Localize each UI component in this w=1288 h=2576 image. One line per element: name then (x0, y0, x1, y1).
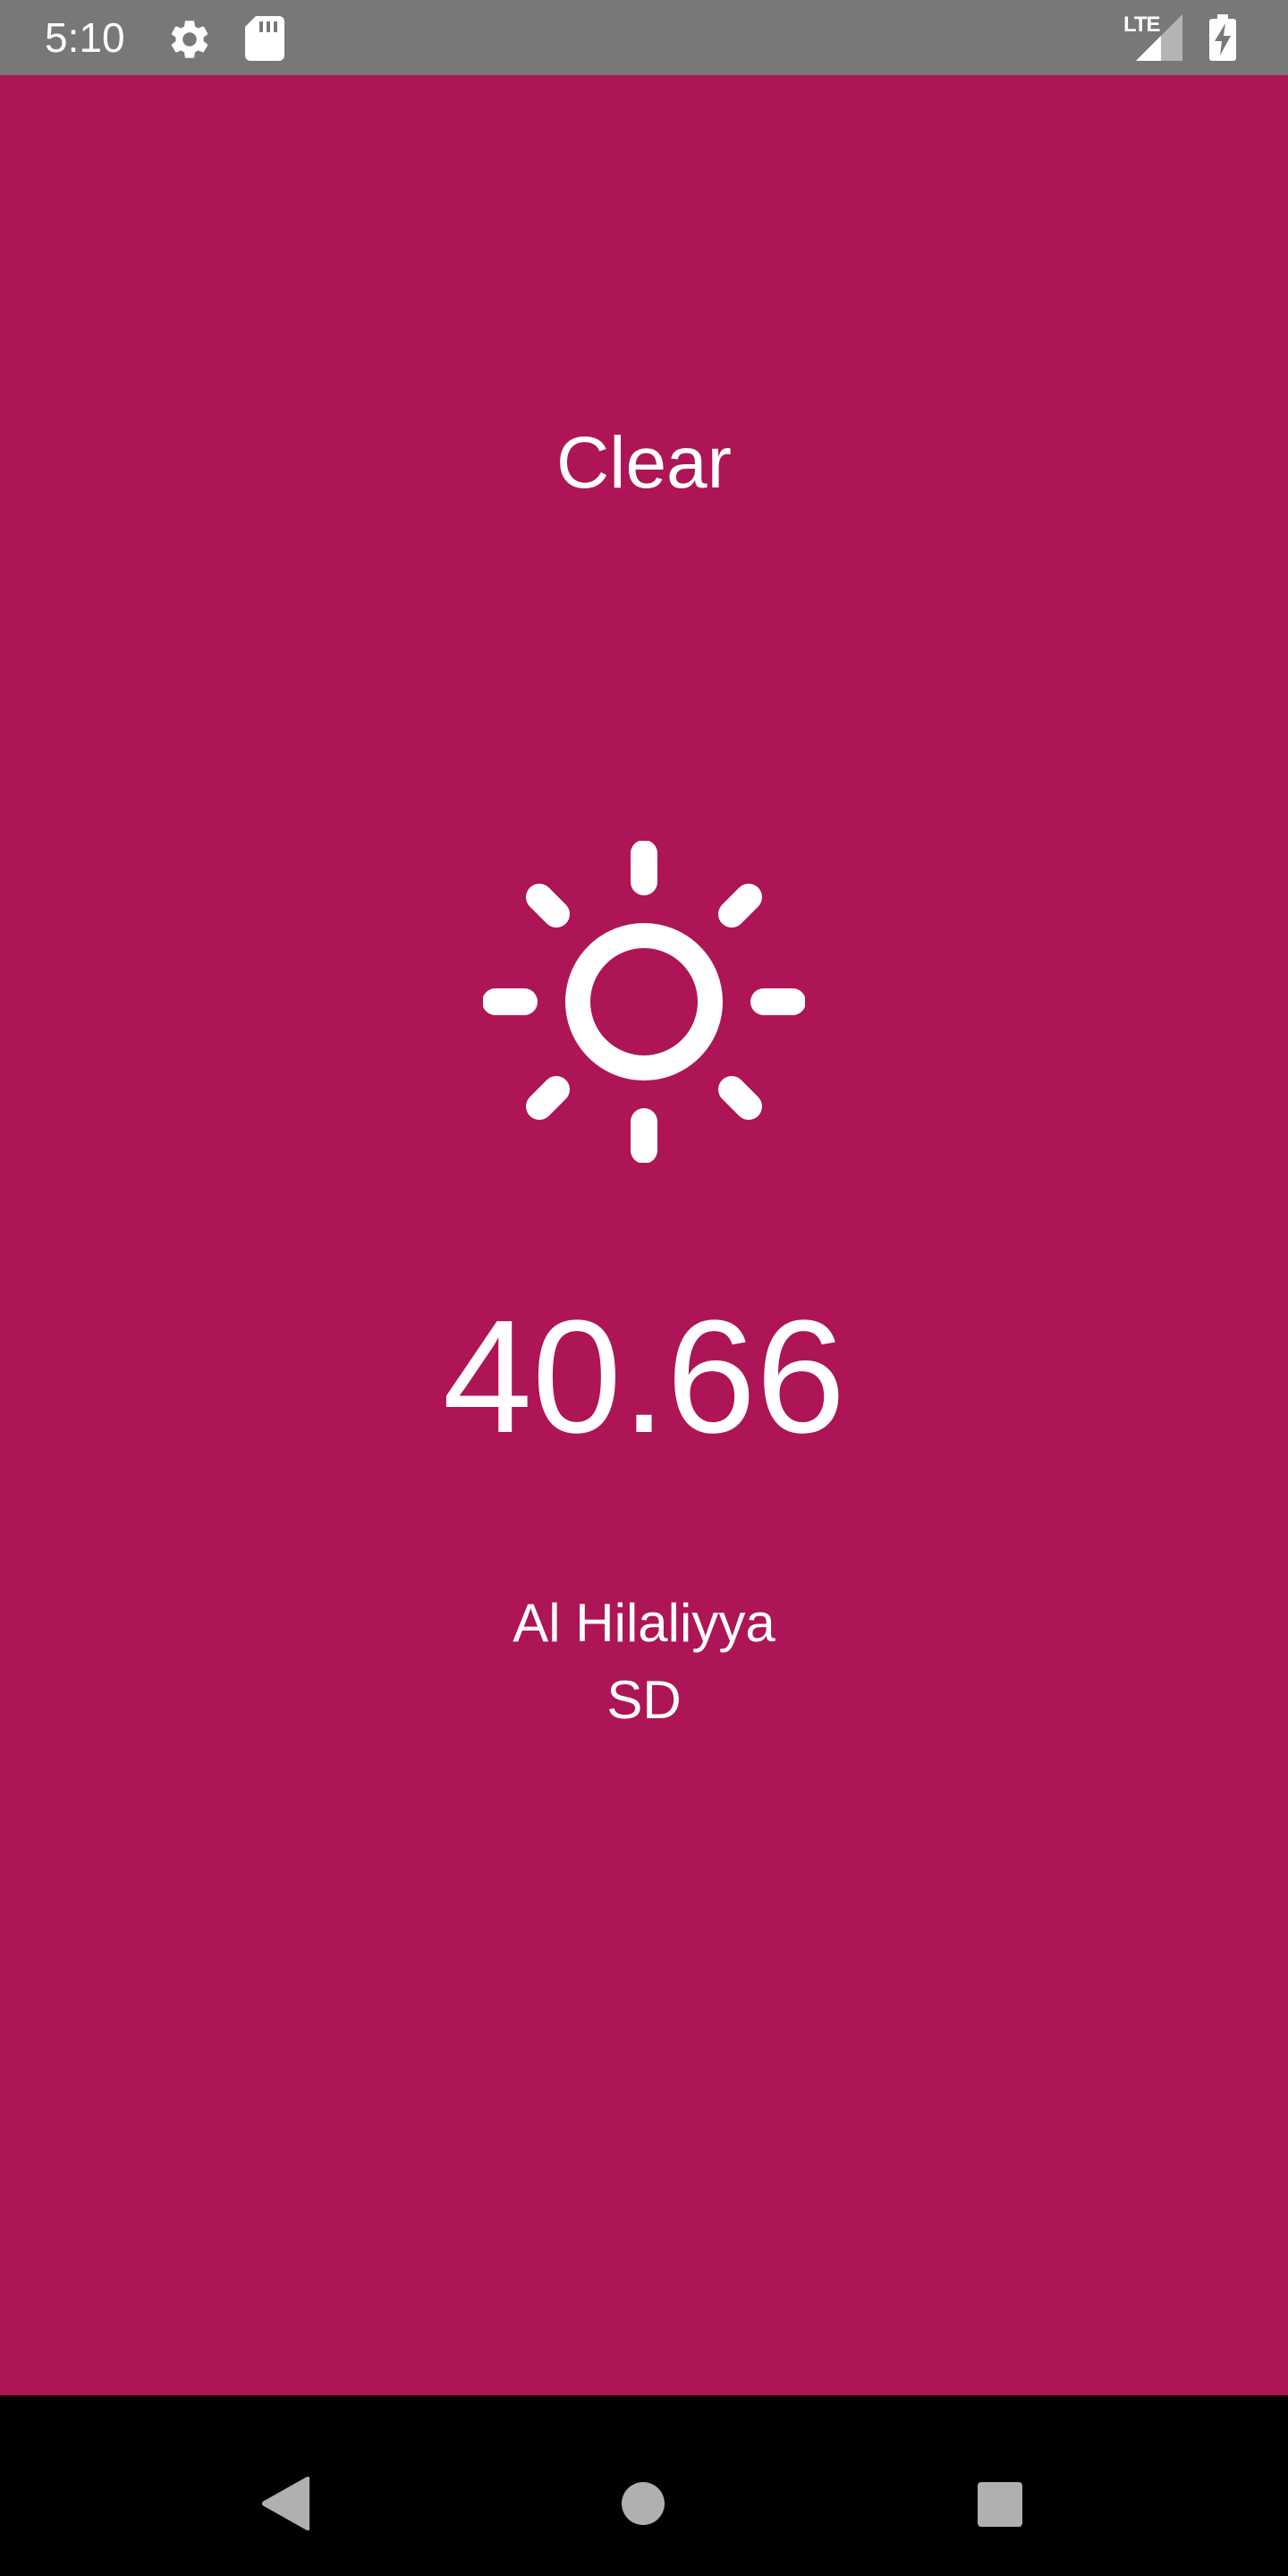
city-name: Al Hilaliyya (513, 1593, 775, 1653)
sun-icon (482, 840, 806, 1164)
status-bar: 5:10 LTE (0, 0, 1288, 75)
back-icon[interactable] (261, 2476, 309, 2531)
temperature-value: 40.66 (442, 1287, 846, 1467)
navigation-bar (0, 2395, 1288, 2576)
signal-icon (1136, 14, 1182, 61)
status-time: 5:10 (45, 14, 125, 61)
battery-charging-icon (1209, 14, 1236, 61)
country-code: SD (606, 1670, 682, 1730)
recents-icon[interactable] (977, 2481, 1023, 2528)
weather-screen: 5:10 LTE Clear 40.66 Al Hilaliyya SD (0, 0, 1288, 2576)
weather-condition: Clear (556, 422, 732, 504)
sd-card-icon (245, 16, 284, 61)
home-icon[interactable] (621, 2481, 665, 2526)
gear-icon (166, 16, 213, 63)
